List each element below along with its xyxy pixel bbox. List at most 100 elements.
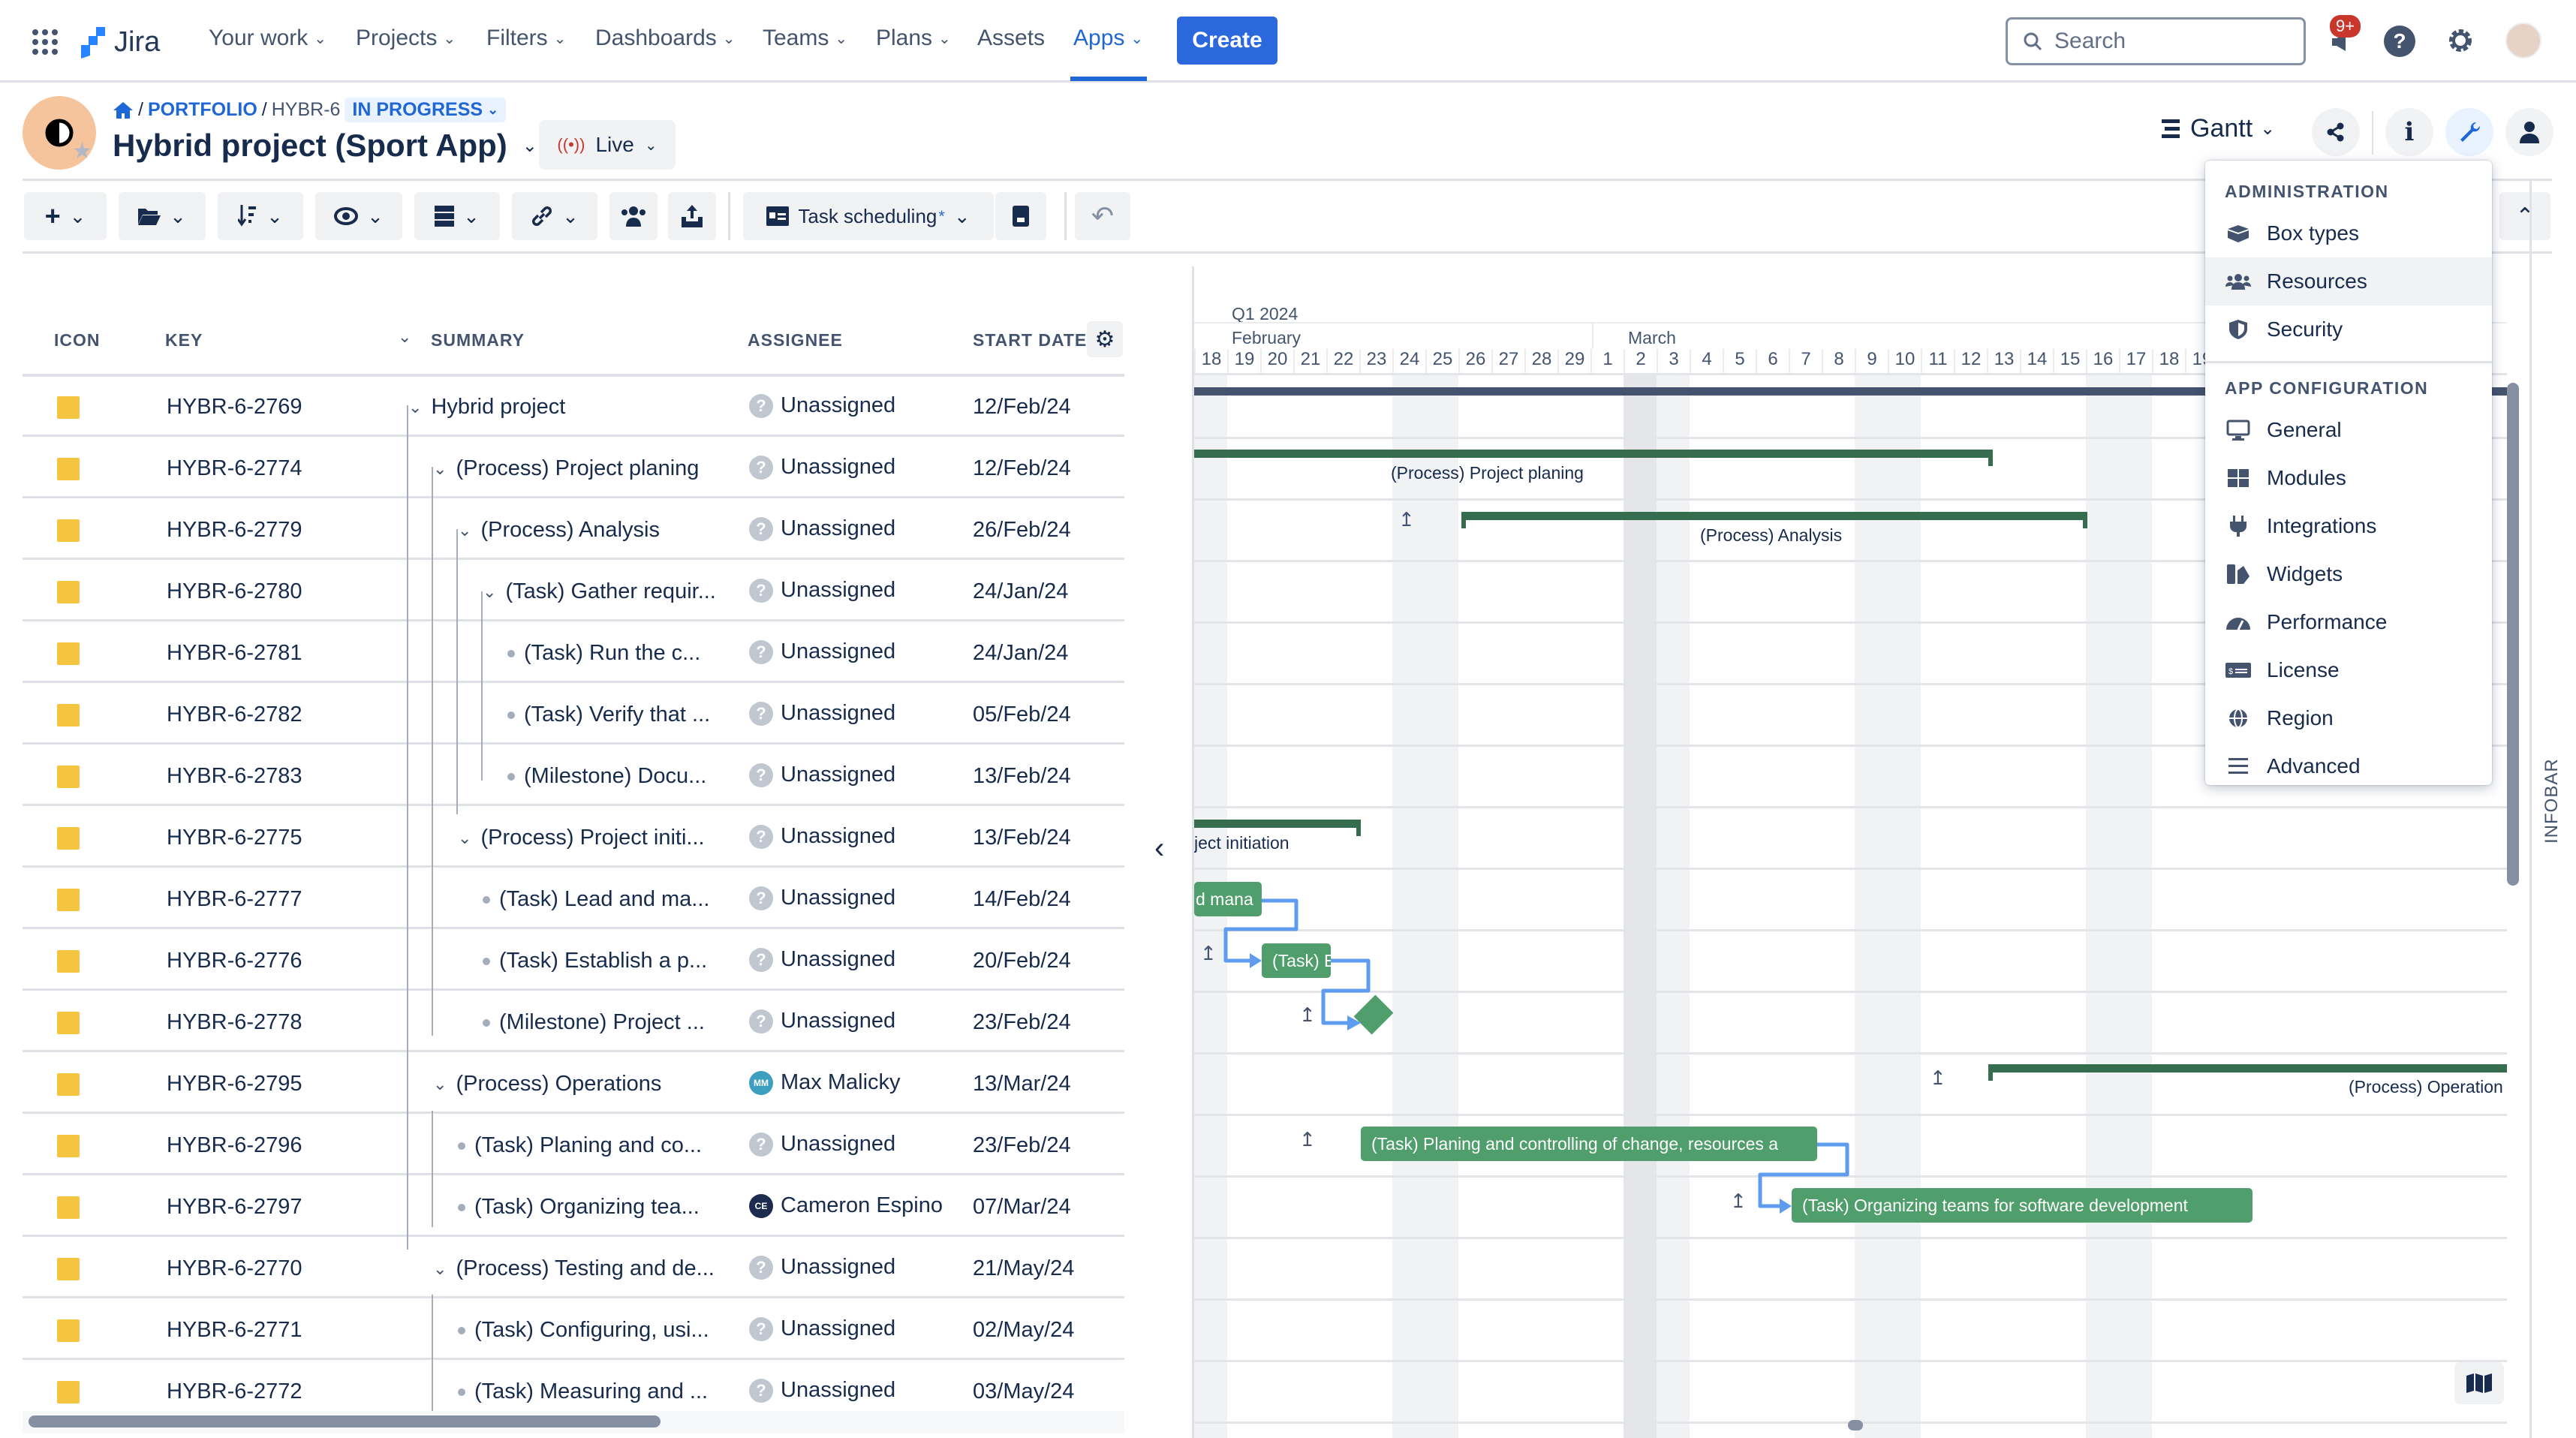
sort-dropdown-button[interactable]: ⌄	[218, 192, 303, 240]
issue-key[interactable]: HYBR-6-2774	[167, 456, 302, 481]
assignee-cell[interactable]: ? Unassigned	[749, 516, 895, 541]
user-profile-button[interactable]	[2505, 108, 2553, 156]
create-button[interactable]: Create	[1177, 17, 1277, 65]
vertical-scrollbar[interactable]	[2507, 383, 2519, 886]
table-row[interactable]: HYBR-6-2769 ⌄ Hybrid project? Unassigned 12/…	[23, 375, 1124, 437]
start-date[interactable]: 07/Mar/24	[973, 1195, 1071, 1220]
share-button[interactable]	[2312, 108, 2360, 156]
table-row[interactable]: HYBR-6-2782 (Task) Verify that ...? Unassi…	[23, 683, 1124, 745]
summary-cell[interactable]: (Task) Measuring and ...	[458, 1379, 708, 1404]
assignee-cell[interactable]: ? Unassigned	[749, 886, 895, 910]
assignee-cell[interactable]: ? Unassigned	[749, 455, 895, 480]
start-date[interactable]: 12/Feb/24	[973, 456, 1071, 481]
issue-key[interactable]: HYBR-6-2783	[167, 764, 302, 789]
start-date[interactable]: 24/Jan/24	[973, 641, 1068, 666]
assignee-cell[interactable]: ? Unassigned	[749, 1009, 895, 1033]
gantt-horizontal-scroll-thumb[interactable]	[1848, 1420, 1863, 1430]
issue-key[interactable]: HYBR-6-2776	[167, 949, 302, 973]
assignee-cell[interactable]: CE Cameron Espino	[749, 1193, 943, 1218]
link-dropdown-button[interactable]: ⌄	[512, 192, 597, 240]
breadcrumb-key[interactable]: HYBR-6	[272, 99, 341, 121]
issue-key[interactable]: HYBR-6-2775	[167, 826, 302, 850]
summary-cell[interactable]: (Task) Configuring, usi...	[458, 1318, 709, 1343]
summary-cell[interactable]: ⌄ (Process) Operations	[433, 1072, 661, 1097]
live-mode-button[interactable]: ((•)) Live ⌄	[539, 120, 676, 170]
start-date[interactable]: 20/Feb/24	[973, 949, 1071, 973]
nav-plans[interactable]: Plans ⌄	[876, 26, 951, 51]
summary-cell[interactable]: (Milestone) Project ...	[483, 1010, 705, 1035]
user-avatar[interactable]	[2505, 23, 2541, 59]
menu-item-security[interactable]: Security	[2205, 305, 2492, 353]
layout-dropdown-button[interactable]: ⌄	[414, 192, 500, 240]
assignee-cell[interactable]: ? Unassigned	[749, 639, 895, 664]
summary-cell[interactable]: (Task) Lead and ma...	[483, 887, 709, 912]
column-header-icon[interactable]: ICON	[54, 330, 101, 350]
nav-dashboards[interactable]: Dashboards ⌄	[595, 26, 736, 51]
assignee-cell[interactable]: MM Max Malicky	[749, 1070, 901, 1095]
chevron-down-icon[interactable]: ⌄	[433, 1075, 447, 1094]
table-row[interactable]: HYBR-6-2796 (Task) Planing and co...? Unas…	[23, 1114, 1124, 1175]
table-scroll-thumb[interactable]	[29, 1415, 661, 1427]
issue-key[interactable]: HYBR-6-2795	[167, 1072, 302, 1097]
issue-key[interactable]: HYBR-6-2779	[167, 518, 302, 543]
issue-key[interactable]: HYBR-6-2780	[167, 579, 302, 604]
export-button[interactable]	[668, 192, 716, 240]
issue-key[interactable]: HYBR-6-2769	[167, 395, 302, 420]
undo-button[interactable]: ↶	[1075, 192, 1130, 240]
dependency-link[interactable]	[1321, 958, 1371, 1025]
nav-assets[interactable]: Assets	[977, 26, 1045, 51]
start-date[interactable]: 14/Feb/24	[973, 887, 1071, 912]
table-row[interactable]: HYBR-6-2783 (Milestone) Docu...? Unassigne…	[23, 745, 1124, 806]
menu-item-general[interactable]: General	[2205, 406, 2492, 454]
menu-item-integrations[interactable]: Integrations	[2205, 502, 2492, 550]
start-date[interactable]: 13/Feb/24	[973, 826, 1071, 850]
chevron-down-icon[interactable]: ⌄	[433, 459, 447, 479]
column-header-assignee[interactable]: ASSIGNEE	[748, 330, 843, 350]
summary-cell[interactable]: (Task) Verify that ...	[507, 702, 710, 727]
nav-projects[interactable]: Projects ⌄	[356, 26, 456, 51]
visibility-dropdown-button[interactable]: ⌄	[315, 192, 402, 240]
column-header-start-date[interactable]: START DATE	[973, 330, 1087, 350]
menu-item-performance[interactable]: Performance	[2205, 598, 2492, 646]
jira-logo[interactable]: Jira	[77, 26, 160, 59]
home-icon[interactable]	[113, 101, 134, 119]
menu-item-resources[interactable]: Resources	[2205, 257, 2492, 305]
column-header-summary[interactable]: SUMMARY	[431, 330, 525, 350]
save-button[interactable]	[995, 192, 1046, 240]
menu-item-license[interactable]: $ License	[2205, 646, 2492, 694]
status-dropdown[interactable]: IN PROGRESS ⌄	[345, 98, 507, 122]
assignee-cell[interactable]: ? Unassigned	[749, 947, 895, 972]
start-date[interactable]: 24/Jan/24	[973, 579, 1068, 604]
table-row[interactable]: HYBR-6-2795 ⌄ (Process) Operations MM Max Ma…	[23, 1052, 1124, 1114]
info-button[interactable]: i	[2385, 108, 2433, 156]
summary-cell[interactable]: (Task) Planing and co...	[458, 1133, 702, 1158]
summary-cell[interactable]: (Task) Run the c...	[507, 641, 700, 666]
column-settings-gear-icon[interactable]: ⚙	[1087, 321, 1123, 357]
issue-key[interactable]: HYBR-6-2772	[167, 1379, 302, 1404]
issue-key[interactable]: HYBR-6-2782	[167, 702, 302, 727]
summary-cell[interactable]: (Task) Establish a p...	[483, 949, 707, 973]
nav-teams[interactable]: Teams ⌄	[763, 26, 847, 51]
nav-apps[interactable]: Apps ⌄	[1073, 26, 1143, 51]
column-header-key[interactable]: KEY	[165, 330, 203, 350]
table-row[interactable]: HYBR-6-2780 ⌄ (Task) Gather requir...? Unas…	[23, 560, 1124, 621]
summary-cell[interactable]: (Milestone) Docu...	[507, 764, 706, 789]
issue-key[interactable]: HYBR-6-2797	[167, 1195, 302, 1220]
start-date[interactable]: 03/May/24	[973, 1379, 1074, 1404]
start-date[interactable]: 26/Feb/24	[973, 518, 1071, 543]
start-date[interactable]: 23/Feb/24	[973, 1010, 1071, 1035]
menu-item-modules[interactable]: Modules	[2205, 454, 2492, 502]
task-scheduling-dropdown[interactable]: Task scheduling * ⌄	[743, 192, 994, 240]
add-dropdown-button[interactable]: + ⌄	[24, 192, 107, 240]
table-row[interactable]: HYBR-6-2779 ⌄ (Process) Analysis? Unassigne…	[23, 498, 1124, 560]
table-row[interactable]: HYBR-6-2778 (Milestone) Project ...? Unass…	[23, 991, 1124, 1052]
collapse-all-icon[interactable]: ⌄	[398, 327, 411, 347]
summary-cell[interactable]: ⌄ (Process) Project initi...	[458, 826, 705, 850]
start-date[interactable]: 05/Feb/24	[973, 702, 1071, 727]
start-date[interactable]: 12/Feb/24	[973, 395, 1071, 420]
chevron-down-icon[interactable]: ⌄	[458, 829, 471, 848]
dependency-link[interactable]	[1758, 1142, 1849, 1208]
view-switcher[interactable]: Gantt ⌄	[2162, 114, 2275, 143]
summary-cell[interactable]: ⌄ (Process) Project planing	[433, 456, 699, 481]
table-row[interactable]: HYBR-6-2776 (Task) Establish a p... ? Unass…	[23, 929, 1124, 991]
